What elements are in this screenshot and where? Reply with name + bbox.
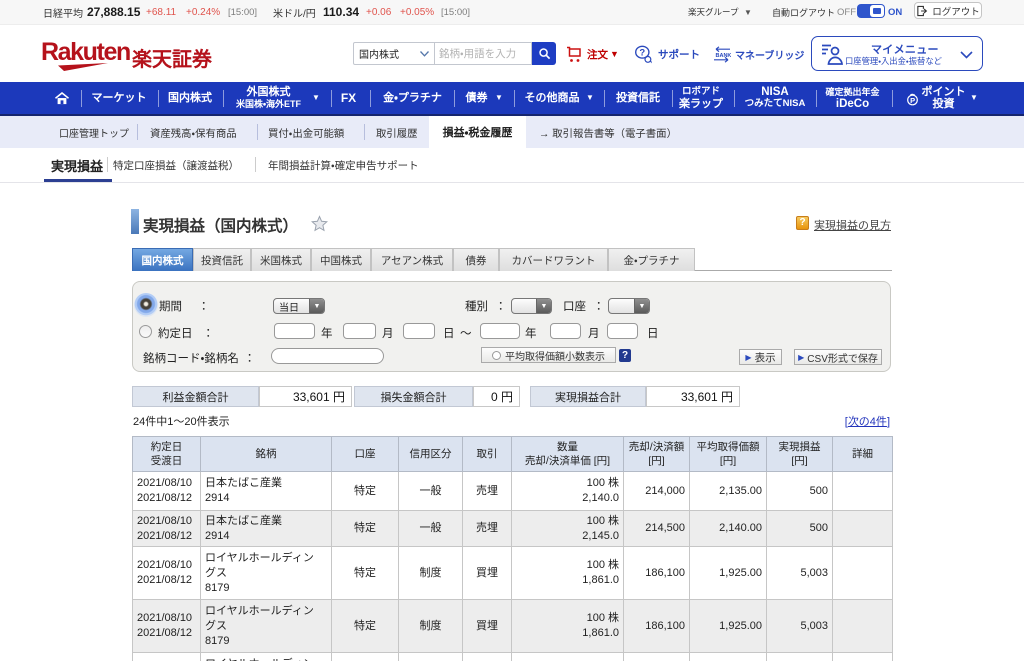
svg-text:BANK: BANK bbox=[716, 53, 732, 59]
svg-text:?: ? bbox=[639, 48, 645, 59]
svg-text:P: P bbox=[910, 96, 915, 105]
